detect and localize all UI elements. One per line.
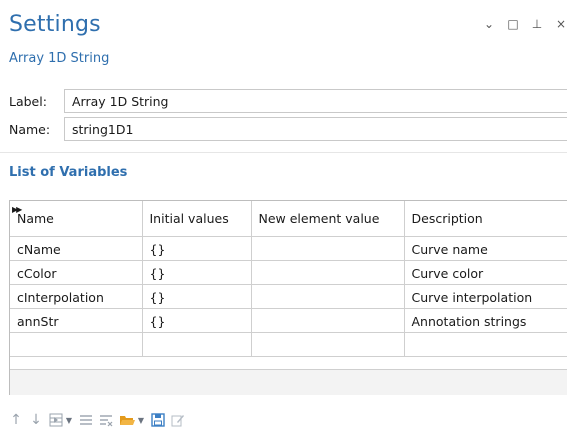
section-divider (0, 152, 567, 153)
dropdown-arrow-icon[interactable]: ▼ (137, 411, 145, 429)
table-cell[interactable] (250, 283, 405, 309)
table-header-row: Name Initial values New element value De… (10, 201, 567, 237)
settings-header: Settings Array 1D String ⌄ □ ⊥ × (0, 0, 567, 84)
table-cell[interactable] (10, 331, 143, 357)
table-footer (10, 369, 567, 395)
clear-list-icon[interactable] (99, 411, 113, 429)
table-cell[interactable]: Curve color (403, 259, 567, 285)
maximize-icon[interactable]: □ (507, 17, 519, 31)
save-icon[interactable] (151, 411, 165, 429)
column-header-description[interactable]: Description (403, 201, 567, 237)
column-header-initial-values[interactable]: Initial values (141, 201, 252, 237)
table-row[interactable]: cColor {} Curve color (10, 259, 567, 285)
expand-columns-icon[interactable]: ▶▶ (12, 205, 22, 214)
column-header-new-element-value[interactable]: New element value (250, 201, 405, 237)
close-icon[interactable]: × (555, 17, 567, 31)
table-cell[interactable]: annStr (10, 307, 143, 333)
table-cell[interactable] (250, 307, 405, 333)
move-up-icon[interactable]: ↑ (9, 411, 23, 429)
table-toolbar: ↑ ↓ ▼ ▼ (9, 410, 185, 430)
name-caption: Name: (9, 122, 51, 137)
table-row[interactable]: cName {} Curve name (10, 235, 567, 261)
table-cell[interactable]: cName (10, 235, 143, 261)
table-cell[interactable]: {} (141, 307, 252, 333)
table-cell[interactable] (250, 331, 405, 357)
table-cell[interactable] (141, 331, 252, 357)
table-cell[interactable]: cInterpolation (10, 283, 143, 309)
name-field-row: Name: string1D1 (0, 117, 567, 141)
move-down-icon[interactable]: ↓ (29, 411, 43, 429)
edit-icon[interactable] (171, 411, 185, 429)
table-cell[interactable]: {} (141, 235, 252, 261)
table-row[interactable]: annStr {} Annotation strings (10, 307, 567, 333)
add-row-icon[interactable] (49, 411, 63, 429)
table-cell[interactable] (250, 235, 405, 261)
column-header-name[interactable]: Name (10, 201, 143, 237)
page-subtitle: Array 1D String (9, 51, 110, 66)
table-cell[interactable]: Curve interpolation (403, 283, 567, 309)
list-icon[interactable] (79, 411, 93, 429)
label-field-row: Label: Array 1D String (0, 89, 567, 113)
table-cell[interactable]: cColor (10, 259, 143, 285)
table-row-empty[interactable] (10, 331, 567, 357)
chevron-down-icon[interactable]: ⌄ (483, 17, 495, 31)
table-cell[interactable] (403, 331, 567, 357)
table-cell[interactable]: {} (141, 259, 252, 285)
table-cell[interactable] (250, 259, 405, 285)
table-cell[interactable]: Curve name (403, 235, 567, 261)
page-title: Settings (9, 12, 101, 37)
table-row[interactable]: cInterpolation {} Curve interpolation (10, 283, 567, 309)
pin-icon[interactable]: ⊥ (531, 17, 543, 31)
variables-table: Name Initial values New element value De… (9, 200, 567, 395)
open-folder-icon[interactable] (119, 411, 135, 429)
table-cell[interactable]: Annotation strings (403, 307, 567, 333)
dropdown-arrow-icon[interactable]: ▼ (65, 411, 73, 429)
label-caption: Label: (9, 94, 47, 109)
label-field[interactable]: Array 1D String (64, 89, 567, 113)
table-cell[interactable]: {} (141, 283, 252, 309)
section-title: List of Variables (9, 165, 128, 180)
window-controls: ⌄ □ ⊥ × (483, 17, 567, 31)
name-field[interactable]: string1D1 (64, 117, 567, 141)
